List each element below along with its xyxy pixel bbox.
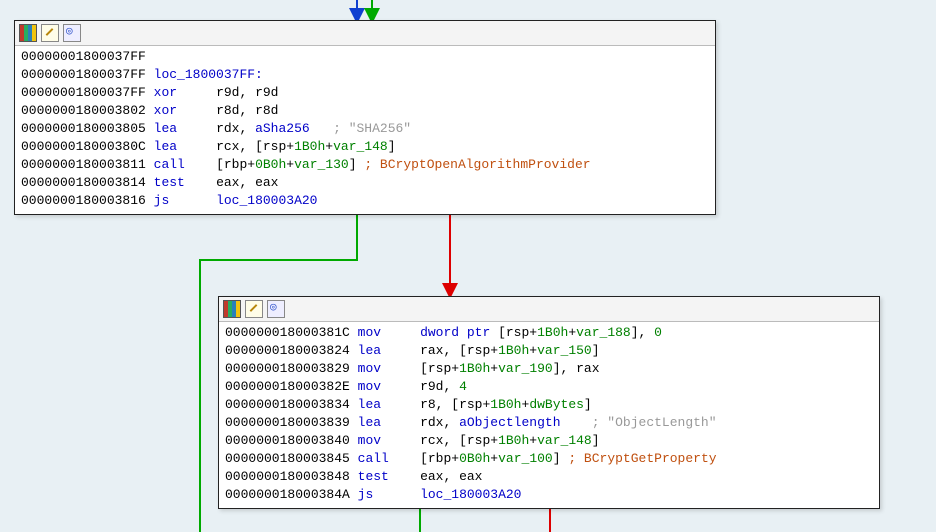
disassembly-listing[interactable]: 00000001800037FF 00000001800037FF loc_18… [15, 46, 715, 214]
color-icon[interactable] [223, 300, 241, 318]
asm-line[interactable]: 000000018000380C lea rcx, [rsp+1B0h+var_… [21, 138, 709, 156]
asm-line[interactable]: 0000000180003811 call [rbp+0B0h+var_130]… [21, 156, 709, 174]
asm-line[interactable]: 0000000180003805 lea rdx, aSha256 ; "SHA… [21, 120, 709, 138]
graph-icon[interactable] [63, 24, 81, 42]
block-titlebar [219, 297, 879, 322]
asm-line[interactable]: 0000000180003816 js loc_180003A20 [21, 192, 709, 210]
color-icon[interactable] [19, 24, 37, 42]
edit-icon[interactable] [41, 24, 59, 42]
asm-line[interactable]: 000000018000384A js loc_180003A20 [225, 486, 873, 504]
disassembly-listing[interactable]: 000000018000381C mov dword ptr [rsp+1B0h… [219, 322, 879, 508]
asm-line[interactable]: 0000000180003802 xor r8d, r8d [21, 102, 709, 120]
asm-line[interactable]: 0000000180003824 lea rax, [rsp+1B0h+var_… [225, 342, 873, 360]
asm-line[interactable]: 0000000180003814 test eax, eax [21, 174, 709, 192]
asm-line[interactable]: 0000000180003834 lea r8, [rsp+1B0h+dwByt… [225, 396, 873, 414]
asm-line[interactable]: 0000000180003840 mov rcx, [rsp+1B0h+var_… [225, 432, 873, 450]
asm-line[interactable]: 0000000180003845 call [rbp+0B0h+var_100]… [225, 450, 873, 468]
asm-line[interactable]: 00000001800037FF [21, 48, 709, 66]
asm-line[interactable]: 000000018000382E mov r9d, 4 [225, 378, 873, 396]
asm-line[interactable]: 00000001800037FF xor r9d, r9d [21, 84, 709, 102]
basic-block-1800037FF[interactable]: 00000001800037FF 00000001800037FF loc_18… [14, 20, 716, 215]
asm-line[interactable]: 0000000180003839 lea rdx, aObjectlength … [225, 414, 873, 432]
asm-line[interactable]: 00000001800037FF loc_1800037FF: [21, 66, 709, 84]
asm-line[interactable]: 000000018000381C mov dword ptr [rsp+1B0h… [225, 324, 873, 342]
asm-line[interactable]: 0000000180003848 test eax, eax [225, 468, 873, 486]
basic-block-18000381C[interactable]: 000000018000381C mov dword ptr [rsp+1B0h… [218, 296, 880, 509]
graph-icon[interactable] [267, 300, 285, 318]
block-titlebar [15, 21, 715, 46]
asm-line[interactable]: 0000000180003829 mov [rsp+1B0h+var_190],… [225, 360, 873, 378]
edit-icon[interactable] [245, 300, 263, 318]
